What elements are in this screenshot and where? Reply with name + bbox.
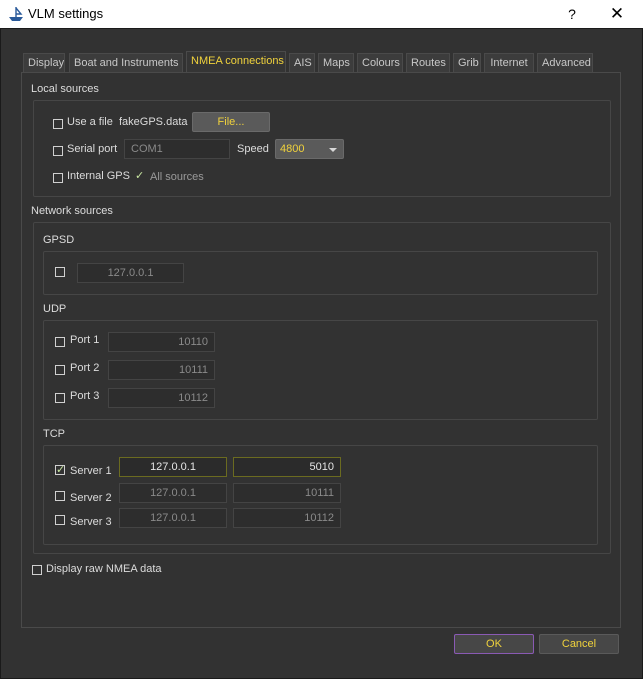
all-sources-label: All sources <box>150 171 204 183</box>
ship-icon <box>9 7 23 21</box>
udp-heading: UDP <box>43 303 67 315</box>
serial-port-input[interactable]: COM1 <box>124 139 230 159</box>
tab-maps[interactable]: Maps <box>318 53 354 73</box>
close-button[interactable]: ✕ <box>597 2 637 26</box>
tab-nmea-connections[interactable]: NMEA connections <box>186 51 286 73</box>
udp-port-2-checkbox[interactable] <box>55 365 65 375</box>
udp-port-3-checkbox[interactable] <box>55 393 65 403</box>
tab-grib[interactable]: Grib <box>453 53 481 73</box>
udp-port-2-input[interactable]: 10111 <box>108 360 215 380</box>
tcp-heading: TCP <box>43 428 65 440</box>
tcp-server-2-host-input[interactable]: 127.0.0.1 <box>119 483 227 503</box>
all-sources-check-icon[interactable]: ✓ <box>135 169 144 182</box>
help-button[interactable]: ? <box>552 2 592 26</box>
tcp-server-2-checkbox[interactable] <box>55 491 65 501</box>
tcp-server-2-port-input[interactable]: 10111 <box>233 483 341 503</box>
network-sources-heading: Network sources <box>31 205 113 217</box>
raw-nmea-label: Display raw NMEA data <box>46 563 162 575</box>
tab-routes[interactable]: Routes <box>406 53 450 73</box>
tab-display[interactable]: Display <box>23 53 65 73</box>
udp-port-3-input[interactable]: 10112 <box>108 388 215 408</box>
cancel-button[interactable]: Cancel <box>539 634 619 654</box>
tab-advanced[interactable]: Advanced <box>537 53 593 73</box>
speed-value: 4800 <box>280 143 305 155</box>
internal-gps-checkbox[interactable] <box>53 173 63 183</box>
serial-port-label: Serial port <box>67 143 118 155</box>
gpsd-heading: GPSD <box>43 234 75 246</box>
udp-port-1-input[interactable]: 10110 <box>108 332 215 352</box>
serial-port-checkbox[interactable] <box>53 146 63 156</box>
tab-colours[interactable]: Colours <box>357 53 403 73</box>
tab-internet[interactable]: Internet <box>484 53 534 73</box>
nmea-connections-panel: Local sources Use a file fakeGPS.data Fi… <box>21 72 621 628</box>
speed-label: Speed <box>237 143 269 155</box>
udp-port-3-label: Port 3 <box>70 390 100 402</box>
dialog-body: Display Boat and Instruments NMEA connec… <box>0 28 643 679</box>
tcp-server-1-port-input[interactable]: 5010 <box>233 457 341 477</box>
tcp-server-3-checkbox[interactable] <box>55 515 65 525</box>
title-bar: VLM settings ? ✕ <box>0 0 643 28</box>
raw-nmea-checkbox[interactable] <box>32 565 42 575</box>
tab-boat-and-instruments[interactable]: Boat and Instruments <box>69 53 183 73</box>
tcp-server-2-label: Server 2 <box>70 492 112 504</box>
tcp-server-1-host-input[interactable]: 127.0.0.1 <box>119 457 227 477</box>
speed-select[interactable]: 4800 <box>275 139 344 159</box>
udp-port-2-label: Port 2 <box>70 362 100 374</box>
gpsd-host-input[interactable]: 127.0.0.1 <box>77 263 184 283</box>
window-title: VLM settings <box>28 6 104 21</box>
internal-gps-label: Internal GPS <box>67 170 130 182</box>
file-name: fakeGPS.data <box>119 116 188 128</box>
ok-button[interactable]: OK <box>454 634 534 654</box>
use-file-checkbox[interactable] <box>53 119 63 129</box>
udp-port-1-label: Port 1 <box>70 334 100 346</box>
local-sources-heading: Local sources <box>31 83 99 95</box>
use-file-label: Use a file <box>67 116 113 128</box>
tcp-server-1-checkbox[interactable] <box>55 463 65 476</box>
chevron-down-icon <box>329 148 337 152</box>
udp-port-1-checkbox[interactable] <box>55 337 65 347</box>
file-button[interactable]: File... <box>192 112 270 132</box>
tcp-server-3-host-input[interactable]: 127.0.0.1 <box>119 508 227 528</box>
gpsd-checkbox[interactable] <box>55 267 65 277</box>
tcp-server-3-port-input[interactable]: 10112 <box>233 508 341 528</box>
tcp-server-3-label: Server 3 <box>70 516 112 528</box>
tcp-server-1-label: Server 1 <box>70 465 112 477</box>
tab-ais[interactable]: AIS <box>289 53 315 73</box>
